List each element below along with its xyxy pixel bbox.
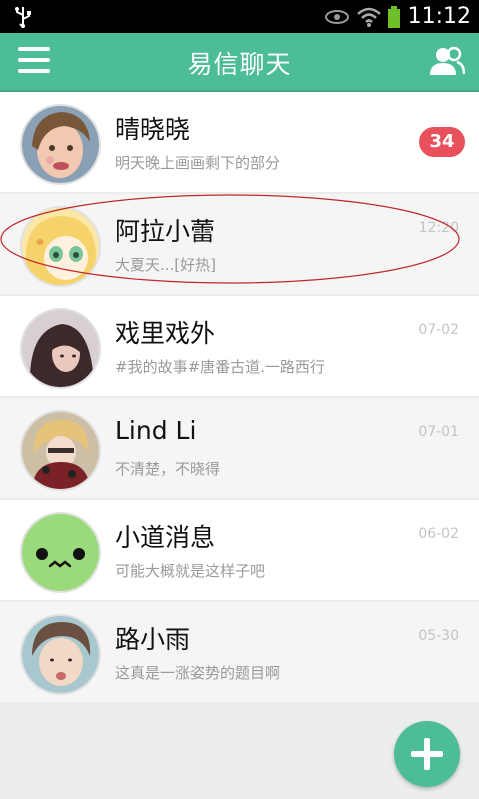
usb-icon: [15, 7, 31, 28]
add-button[interactable]: [394, 721, 460, 787]
conversation-row[interactable]: 小道消息 可能大概就是这样子吧 06-02: [0, 500, 479, 602]
avatar: [20, 308, 101, 389]
conversation-row[interactable]: 晴晓晓 明天晚上画画剩下的部分 34: [0, 92, 479, 194]
contact-name: 小道消息: [115, 523, 216, 552]
message-preview: 这真是一涨姿势的题目啊: [115, 664, 281, 682]
message-preview: 可能大概就是这样子吧: [115, 562, 266, 580]
avatar: [20, 104, 101, 185]
status-bar: 11:12: [0, 0, 479, 33]
avatar: [20, 512, 101, 593]
message-preview: 明天晚上画画剩下的部分: [115, 154, 281, 172]
contact-name: Lind Li: [115, 416, 197, 445]
contact-name: 路小雨: [115, 625, 191, 654]
message-preview: 大夏天...[好热]: [115, 256, 217, 274]
message-time: 07-01: [418, 424, 459, 440]
conversation-row[interactable]: 阿拉小蕾 大夏天...[好热] 12:20: [0, 194, 479, 296]
contacts-icon[interactable]: [429, 46, 465, 76]
message-time: 12:20: [418, 220, 459, 236]
app-header: 易信聊天: [0, 33, 479, 92]
message-time: 06-02: [418, 526, 459, 542]
conversation-row[interactable]: 路小雨 这真是一涨姿势的题目啊 05-30: [0, 602, 479, 704]
conversation-list: 晴晓晓 明天晚上画画剩下的部分 34 阿拉小蕾 大夏天...[好热] 12:20: [0, 92, 479, 704]
conversation-row[interactable]: 戏里戏外 #我的故事#唐番古道.一路西行 07-02: [0, 296, 479, 398]
message-time: 07-02: [418, 322, 459, 338]
message-preview: #我的故事#唐番古道.一路西行: [115, 358, 325, 376]
contact-name: 阿拉小蕾: [115, 217, 216, 246]
unread-badge: 34: [419, 127, 465, 157]
message-preview: 不清楚，不晓得: [115, 460, 221, 478]
message-time: 05-30: [418, 628, 459, 644]
avatar: [20, 206, 101, 287]
avatar: [20, 410, 101, 491]
conversation-row[interactable]: Lind Li 不清楚，不晓得 07-01: [0, 398, 479, 500]
battery-icon: [387, 5, 400, 28]
page-title: 易信聊天: [187, 50, 292, 79]
avatar: [20, 614, 101, 695]
contact-name: 晴晓晓: [115, 115, 191, 144]
wifi-icon: [356, 7, 381, 27]
clock: 11:12: [407, 4, 471, 29]
contact-name: 戏里戏外: [115, 319, 216, 348]
eye-icon: [324, 9, 349, 24]
